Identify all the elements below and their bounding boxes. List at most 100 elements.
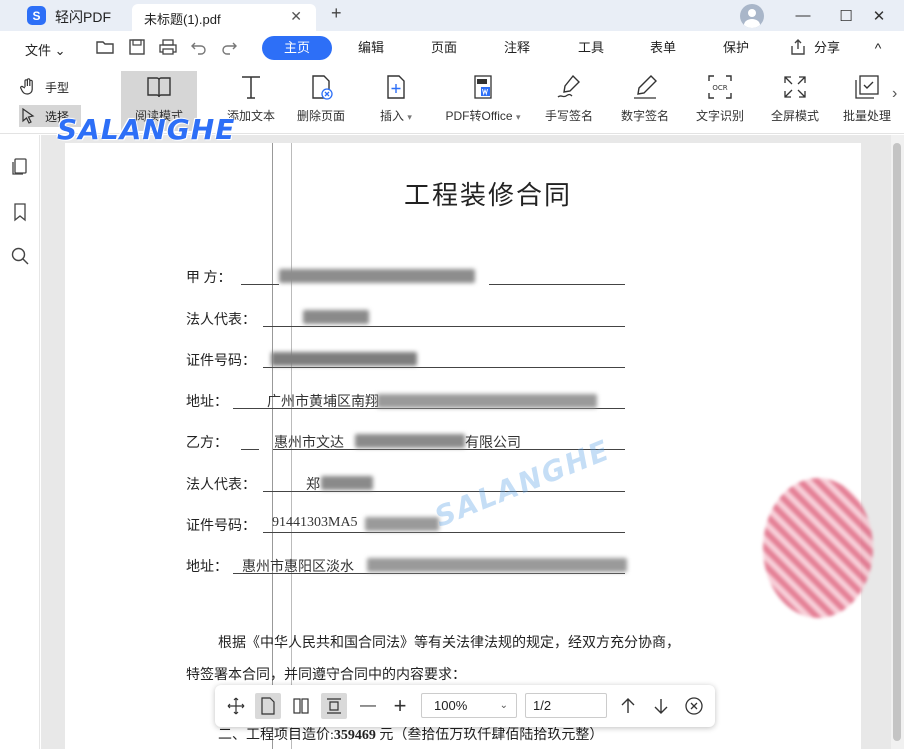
- delete-page-button[interactable]: 删除页面: [292, 71, 350, 131]
- maximize-button[interactable]: ☐: [829, 0, 863, 31]
- thumbnails-icon[interactable]: [10, 157, 30, 177]
- tab-page[interactable]: 页面: [423, 36, 465, 60]
- book-icon: [145, 73, 173, 101]
- page-number-input[interactable]: 1/2: [525, 693, 607, 718]
- document-tab[interactable]: 未标题(1).pdf ✕: [132, 4, 316, 31]
- hand-tool[interactable]: 手型: [19, 76, 79, 98]
- tab-tools[interactable]: 工具: [570, 36, 612, 60]
- ocr-icon: OCR: [706, 73, 734, 101]
- toolbar-scroll-right-icon[interactable]: ›: [892, 85, 897, 103]
- fullscreen-button[interactable]: 全屏模式: [766, 71, 824, 131]
- tab-home[interactable]: 主页: [262, 36, 332, 60]
- user-avatar[interactable]: [740, 4, 764, 28]
- pdf-word-icon: [469, 73, 497, 101]
- company-seal-stamp: [763, 478, 873, 618]
- single-page-view-icon[interactable]: [255, 693, 281, 719]
- tab-annotate[interactable]: 注释: [496, 36, 538, 60]
- page-control-bar: — + 100% ⌄ 1/2: [215, 685, 715, 727]
- party-b-address-value: 惠州市惠阳区淡水: [242, 560, 354, 575]
- hand-icon: [19, 78, 37, 96]
- field-underline: [241, 284, 279, 285]
- pan-move-icon[interactable]: [223, 693, 249, 719]
- hand-tool-label: 手型: [45, 80, 70, 95]
- digital-sign-label: 数字签名: [620, 109, 669, 123]
- handwrite-sign-button[interactable]: 手写签名: [540, 71, 598, 131]
- prev-page-arrow-icon[interactable]: [615, 693, 641, 719]
- minimize-button[interactable]: —: [786, 0, 820, 31]
- vertical-scrollbar[interactable]: [891, 135, 904, 749]
- scrollbar-thumb[interactable]: [893, 143, 901, 741]
- two-page-view-icon[interactable]: [288, 693, 314, 719]
- bookmark-icon[interactable]: [10, 202, 30, 222]
- close-bar-icon[interactable]: [681, 693, 707, 719]
- fit-height-icon[interactable]: [321, 693, 347, 719]
- party-b-rep-label: 法人代表：: [186, 478, 256, 493]
- batch-process-label: 批量处理: [842, 109, 891, 123]
- party-b-name-value: 惠州市文达: [274, 436, 344, 451]
- party-b-address-label: 地址：: [186, 560, 228, 575]
- left-sidebar: [0, 135, 40, 749]
- contract-price-line: 二、工程项目造价:359469 元（叁拾伍万玖仟肆佰陆拾玖元整）: [218, 728, 604, 743]
- next-page-arrow-icon[interactable]: [648, 693, 674, 719]
- scan-fold-line: [272, 143, 273, 749]
- save-icon[interactable]: [127, 37, 147, 57]
- party-b-id-label: 证件号码：: [186, 519, 256, 534]
- redacted-text: [279, 269, 475, 283]
- party-a-rep-label: 法人代表：: [186, 313, 256, 328]
- party-a-label: 甲 方：: [186, 271, 232, 286]
- redo-icon[interactable]: [219, 37, 239, 57]
- search-icon[interactable]: [10, 246, 30, 266]
- tab-edit[interactable]: 编辑: [350, 36, 392, 60]
- app-name: 轻闪PDF: [55, 9, 111, 25]
- redacted-text: [377, 394, 597, 408]
- redacted-text: [271, 352, 417, 366]
- ocr-label: 文字识别: [695, 109, 744, 123]
- redacted-text: [365, 517, 439, 531]
- zoom-value: 100%: [434, 698, 468, 713]
- collapse-ribbon-icon[interactable]: ^: [868, 36, 888, 60]
- svg-text:OCR: OCR: [712, 84, 727, 92]
- tab-form[interactable]: 表单: [642, 36, 684, 60]
- title-bar: S 轻闪PDF 未标题(1).pdf ✕ + — ☐ ✕: [0, 0, 904, 31]
- pdf-to-office-button[interactable]: PDF转Office ▾: [440, 71, 526, 131]
- tab-close-icon[interactable]: ✕: [290, 8, 302, 25]
- document-viewer[interactable]: 工程装修合同 甲 方： 法人代表： 证件号码： 地址： 广州市黄埔区南翔 乙方：…: [41, 135, 891, 749]
- insert-button[interactable]: 插入 ▾: [372, 71, 420, 131]
- pdf-page: 工程装修合同 甲 方： 法人代表： 证件号码： 地址： 广州市黄埔区南翔 乙方：…: [65, 143, 873, 749]
- new-tab-button[interactable]: +: [331, 3, 342, 24]
- contract-intro-line-2: 特签署本合同，并同遵守合同中的内容要求：: [186, 668, 466, 683]
- menu-bar: 文件 ⌄ 主页 编辑 页面 注释 工具 表单 保护 分享 ^: [0, 31, 904, 65]
- delete-page-label: 删除页面: [296, 109, 345, 123]
- share-button[interactable]: 分享: [812, 36, 842, 60]
- open-folder-icon[interactable]: [95, 37, 115, 57]
- batch-process-button[interactable]: 批量处理: [842, 71, 892, 131]
- close-window-button[interactable]: ✕: [862, 0, 896, 31]
- share-icon[interactable]: [789, 38, 809, 58]
- field-underline: [263, 367, 625, 368]
- redacted-text: [367, 558, 627, 572]
- redacted-text: [303, 310, 369, 324]
- tab-protect[interactable]: 保护: [715, 36, 757, 60]
- party-b-label: 乙方：: [186, 436, 228, 451]
- handwrite-sign-label: 手写签名: [544, 109, 593, 123]
- zoom-out-button[interactable]: —: [355, 693, 381, 719]
- party-a-address-label: 地址：: [186, 395, 228, 410]
- undo-icon[interactable]: [189, 37, 209, 57]
- party-b-id-value: 91441303MA5: [272, 515, 358, 530]
- zoom-in-button[interactable]: +: [387, 693, 413, 719]
- insert-page-icon: [382, 73, 410, 101]
- redacted-text: [321, 476, 373, 490]
- digital-sign-button[interactable]: 数字签名: [616, 71, 674, 131]
- file-menu[interactable]: 文件 ⌄: [25, 40, 66, 59]
- field-underline: [489, 284, 625, 285]
- print-icon[interactable]: [158, 37, 178, 57]
- pdf-to-office-label: PDF转Office ▾: [445, 109, 521, 123]
- fullscreen-icon: [781, 73, 809, 101]
- document-tab-label: 未标题(1).pdf: [144, 12, 221, 27]
- zoom-select[interactable]: 100% ⌄: [421, 693, 517, 718]
- cursor-icon: [19, 107, 37, 125]
- document-title: 工程装修合同: [403, 181, 572, 211]
- party-b-name-suffix: 有限公司: [465, 436, 521, 451]
- app-home-tab[interactable]: S 轻闪PDF: [0, 0, 130, 31]
- ocr-button[interactable]: OCR 文字识别: [690, 71, 750, 131]
